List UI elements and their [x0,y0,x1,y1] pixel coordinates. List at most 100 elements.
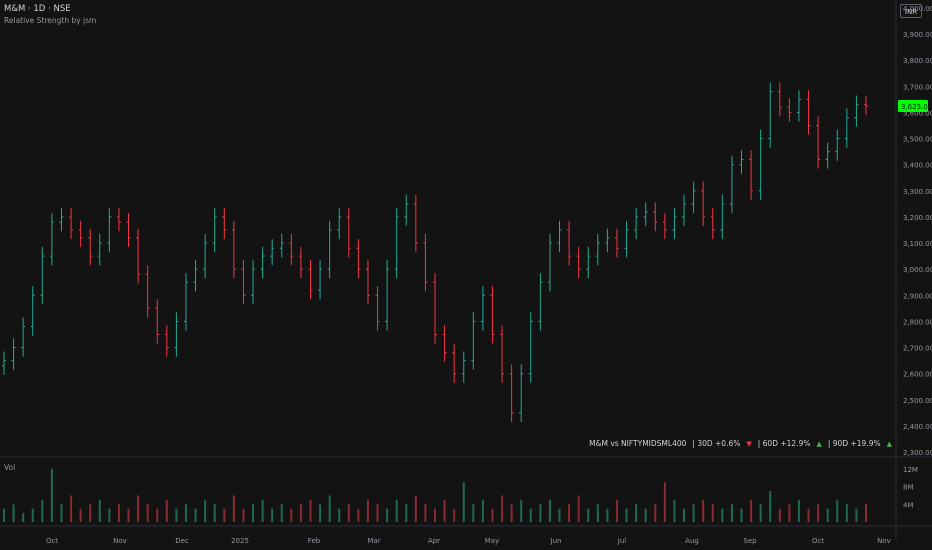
volume-bar [845,504,848,522]
ohlc-bar [40,246,45,305]
volume-bar [41,499,44,522]
volume-bar [98,499,101,522]
ohlc-bar [509,364,514,422]
volume-bar [12,504,15,522]
volume-bar [3,508,5,522]
ohlc-bar [844,108,849,148]
ohlc-bar [423,233,428,292]
ohlc-bar [557,220,562,253]
down-arrow-icon: ▼ [746,439,752,448]
ohlc-bar [107,207,112,253]
ohlc-bar [433,273,437,344]
time-tick-label: Nov [877,537,891,545]
volume-bar [730,504,733,522]
ohlc-bar [212,207,217,253]
ohlc-bar [289,233,294,266]
volume-bar [711,504,714,522]
ohlc-bar [806,90,811,135]
volume-bar [328,495,331,522]
volume-bar [750,499,753,522]
ohlc-bar [164,325,169,357]
volume-bar [491,508,494,522]
volume-bar [22,513,25,522]
ohlc-bar [471,312,476,370]
time-tick-label: Mar [367,537,380,545]
volume-bar [271,508,274,522]
volume-bar [357,508,360,522]
ohlc-bar [547,233,552,292]
ohlc-bar [145,265,150,318]
volume-bar [31,508,34,522]
ohlc-bar [500,325,505,383]
volume-bar [290,508,293,522]
volume-bar [70,495,73,522]
volume-bar [319,504,322,522]
ohlc-bar [758,129,763,200]
volume-bar [740,508,743,522]
ohlc-bar [864,95,868,116]
ohlc-bar [318,260,323,300]
ohlc-bar [519,364,524,422]
ohlc-bar [251,260,256,305]
ohlc-bar [816,116,821,169]
currency-button[interactable]: INR [900,4,922,18]
price-tick-label: 2,900.00 [903,292,932,300]
volume-bar [127,508,130,522]
price-chart[interactable]: 4,000.003,900.003,800.003,700.003,600.00… [0,0,932,550]
volume-bar [299,504,302,522]
volume-bar [213,504,216,522]
volume-bar [252,504,255,522]
ohlc-bar [260,246,265,279]
ohlc-bar [174,312,179,357]
volume-bar [443,499,446,522]
time-tick-label: Feb [308,537,321,545]
ohlc-bar [442,325,447,362]
ohlc-bar [653,202,658,232]
volume-bar [232,495,235,522]
ohlc-bar [461,351,466,383]
price-tick-label: 3,200.00 [903,214,932,222]
price-tick-label: 2,300.00 [903,449,932,457]
volume-bar [587,508,590,522]
volume-bar [683,508,686,522]
ohlc-bar [452,343,457,383]
volume-bar [702,499,705,522]
ohlc-bar [337,207,342,240]
ohlc-bar [720,194,725,240]
ohlc-bar [279,233,284,258]
time-tick-label: Nov [113,537,127,545]
ohlc-bar [739,150,744,174]
volume-tick-label: 8M [903,484,914,492]
volume-bar [769,491,772,522]
volume-bar [501,495,504,522]
volume-bar [778,508,781,522]
rs-30d: | 30D +0.6% [692,439,741,448]
ohlc-bar [835,129,840,161]
price-tick-label: 2,700.00 [903,345,932,353]
volume-bar [376,504,379,522]
volume-bar [386,508,389,522]
volume-bar [520,499,523,522]
volume-bar [165,499,168,522]
volume-bar [146,504,149,522]
time-tick-label: Apr [428,537,440,545]
price-tick-label: 2,600.00 [903,371,932,379]
volume-bar [204,499,207,522]
volume-bar [807,508,810,522]
volume-bar [184,504,187,522]
ohlc-bar [116,207,121,232]
volume-bar [50,468,53,522]
volume-bar [654,504,657,522]
volume-bar [89,504,92,522]
ohlc-bar [11,338,16,370]
ohlc-bar [193,260,198,292]
ohlc-bar [59,207,64,232]
ohlc-bar [595,233,600,266]
ohlc-bar [404,194,409,227]
volume-bar [175,508,178,522]
up-arrow-icon: ▲ [816,439,822,448]
volume-bar [261,499,264,522]
volume-bar [156,508,159,522]
ohlc-bar [21,317,26,357]
ohlc-bar [682,194,687,227]
